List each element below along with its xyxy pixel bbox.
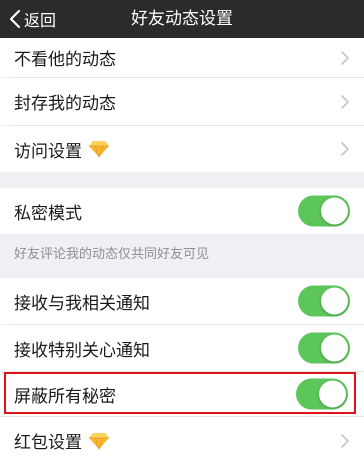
row-red-packet-settings[interactable]: 红包设置 bbox=[0, 417, 364, 464]
row-label: 封存我的动态 bbox=[14, 94, 116, 114]
block-all-secrets-toggle[interactable] bbox=[296, 378, 348, 410]
row-label: 访问设置 bbox=[14, 141, 82, 162]
chevron-right-icon bbox=[341, 433, 349, 448]
row-archive-my-feed[interactable]: 封存我的动态 bbox=[0, 78, 364, 125]
page-title: 好友动态设置 bbox=[131, 9, 233, 29]
row-label: 接收特别关心通知 bbox=[14, 340, 150, 361]
private-mode-toggle[interactable] bbox=[298, 195, 350, 227]
row-receive-related: 接收与我相关通知 bbox=[0, 278, 364, 324]
toggle-knob bbox=[321, 197, 348, 225]
row-label: 不看他的动态 bbox=[14, 50, 116, 70]
receive-special-toggle[interactable] bbox=[298, 332, 350, 364]
toggle-knob bbox=[319, 380, 346, 408]
row-visit-settings[interactable]: 访问设置 bbox=[0, 126, 364, 172]
row-private-mode: 私密模式 bbox=[0, 188, 364, 234]
chevron-right-icon bbox=[341, 142, 349, 156]
diamond-icon bbox=[89, 432, 109, 450]
section-gap bbox=[0, 172, 364, 188]
row-label: 红包设置 bbox=[14, 433, 82, 453]
row-label: 私密模式 bbox=[14, 203, 82, 224]
row-hide-his-feed[interactable]: 不看他的动态 bbox=[0, 38, 364, 77]
row-label: 屏蔽所有秘密 bbox=[14, 386, 116, 407]
receive-related-toggle[interactable] bbox=[298, 285, 350, 317]
toggle-knob bbox=[321, 287, 348, 315]
nav-bar: 返回 好友动态设置 bbox=[0, 0, 364, 38]
private-mode-hint: 好友评论我的动态仅共同好友可见 bbox=[0, 234, 364, 270]
row-receive-special: 接收特别关心通知 bbox=[0, 325, 364, 371]
diamond-icon bbox=[89, 141, 109, 158]
toggle-knob bbox=[321, 334, 348, 362]
row-block-all-secrets: 屏蔽所有秘密 bbox=[0, 372, 364, 416]
chevron-right-icon bbox=[341, 94, 349, 109]
chevron-right-icon bbox=[341, 50, 349, 65]
row-label: 接收与我相关通知 bbox=[14, 293, 150, 314]
